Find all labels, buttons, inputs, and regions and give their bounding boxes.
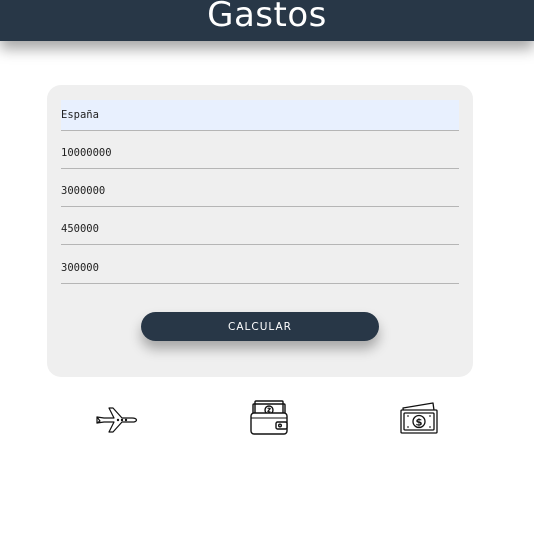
airplane-icon	[96, 407, 138, 433]
page-title: Gastos	[207, 0, 327, 35]
amount-input-2[interactable]	[61, 176, 459, 207]
amount-input-4[interactable]	[61, 253, 459, 284]
calculate-button[interactable]: CALCULAR	[141, 312, 379, 341]
expense-form-card: CALCULAR	[47, 85, 473, 377]
header-bar: Gastos	[0, 0, 534, 41]
cash-icon: $	[400, 402, 438, 434]
svg-text:$: $	[416, 418, 423, 429]
amount-input-3[interactable]	[61, 214, 459, 245]
wallet-icon	[250, 400, 288, 435]
amount-input-1[interactable]	[61, 138, 459, 169]
country-input[interactable]	[61, 100, 459, 131]
